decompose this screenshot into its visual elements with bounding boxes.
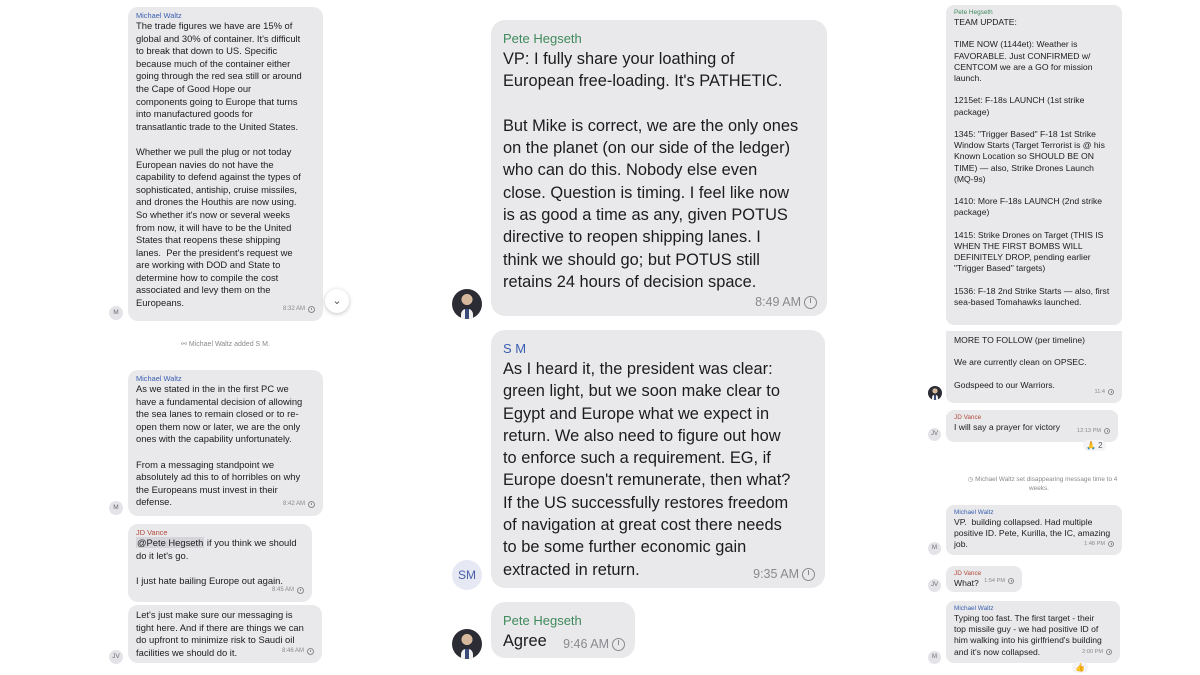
message-text: As we stated in the in the first PC we h… — [136, 383, 303, 508]
message-timestamp: 8:42 AM — [283, 498, 315, 511]
mention-pete-hegseth[interactable]: @Pete Hegseth — [136, 537, 205, 548]
message-timestamp: 8:49 AM — [755, 295, 817, 309]
sender-name: Michael Waltz — [954, 605, 994, 612]
message-timestamp: 8:45 AM — [272, 584, 304, 597]
sender-name: Michael Waltz — [954, 509, 994, 516]
message-timestamp: 11:4 — [1095, 387, 1114, 398]
sender-name: Michael Waltz — [136, 11, 182, 20]
message-text: As I heard it, the president was clear: … — [503, 360, 791, 579]
avatar[interactable]: JV — [928, 579, 941, 592]
avatar[interactable]: M — [109, 501, 123, 515]
sender-name: Pete Hegseth — [954, 9, 993, 16]
avatar[interactable]: M — [928, 542, 941, 555]
sender-name: JD Vance — [136, 528, 168, 537]
message-timestamp: 12:13 PM — [1077, 426, 1110, 437]
message-timestamp: 2:00 PM — [1082, 647, 1112, 658]
message-timestamp: 1:48 PM — [1084, 539, 1114, 550]
sender-name: Pete Hegseth — [503, 613, 582, 628]
message-bubble-vance-messaging[interactable]: Let's just make sure our messaging is ti… — [128, 605, 322, 663]
message-text: The trade figures we have are 15% of glo… — [136, 20, 302, 309]
avatar[interactable]: M — [928, 651, 941, 664]
message-bubble-waltz-typing-fast[interactable]: Michael Waltz Typing too fast. The first… — [946, 601, 1120, 663]
clock-icon — [1104, 428, 1110, 435]
avatar-photo-hegseth[interactable] — [452, 289, 482, 319]
message-text: TEAM UPDATE: TIME NOW (1144et): Weather … — [954, 17, 1110, 308]
message-bubble-hegseth-loathing[interactable]: Pete Hegseth VP: I fully share your loat… — [491, 20, 827, 316]
clock-icon — [308, 501, 315, 509]
message-bubble-hegseth-team-update[interactable]: Pete Hegseth TEAM UPDATE: TIME NOW (1144… — [946, 5, 1122, 325]
message-bubble-vance-prayer[interactable]: JD Vance I will say a prayer for victory… — [946, 410, 1118, 442]
sender-name: S M — [503, 341, 527, 356]
clock-icon — [804, 295, 817, 309]
message-bubble-hegseth-godspeed[interactable]: MORE TO FOLLOW (per timeline) We are cur… — [946, 331, 1122, 403]
avatar[interactable]: JV — [109, 650, 123, 664]
message-text: VP: I fully share your loathing of Europ… — [503, 50, 799, 291]
message-text: @Pete Hegseth if you think we should do … — [136, 537, 297, 586]
avatar[interactable]: JV — [928, 428, 941, 441]
avatar[interactable]: SM — [452, 560, 482, 590]
clock-icon — [1108, 541, 1114, 548]
message-bubble-vance-bailing[interactable]: JD Vance @Pete Hegseth if you think we s… — [128, 524, 312, 602]
avatar-photo-hegseth[interactable] — [452, 629, 482, 659]
clock-icon — [612, 637, 625, 651]
sender-name: Michael Waltz — [136, 374, 182, 383]
message-bubble-vance-what[interactable]: JD Vance What? 1:54 PM — [946, 566, 1022, 592]
sender-name: JD Vance — [954, 414, 982, 421]
avatar[interactable]: M — [109, 306, 123, 320]
message-bubble-waltz-sealanes[interactable]: Michael Waltz As we stated in the in the… — [128, 370, 323, 516]
message-bubble-hegseth-agree[interactable]: Pete Hegseth Agree 9:46 AM — [491, 602, 635, 658]
system-message-disappearing-timer: ◷ Michael Waltz set disappearing message… — [967, 476, 1118, 492]
clock-icon — [308, 306, 315, 314]
reaction-thumbs-up-badge[interactable]: 👍 — [1072, 662, 1088, 674]
scroll-down-button[interactable]: ⌄ — [325, 289, 349, 313]
message-bubble-sm-president[interactable]: S M As I heard it, the president was cle… — [491, 330, 825, 588]
reaction-pray-badge[interactable]: 🙏 2 — [1083, 440, 1106, 452]
sender-name: Pete Hegseth — [503, 31, 582, 46]
clock-icon — [1008, 578, 1014, 585]
clock-icon — [1106, 649, 1112, 656]
message-timestamp: 8:32 AM — [283, 303, 315, 316]
clock-icon — [297, 587, 304, 595]
message-timestamp: 1:54 PM — [984, 576, 1014, 587]
clock-icon — [1108, 389, 1114, 396]
message-bubble-waltz-trade[interactable]: Michael Waltz The trade figures we have … — [128, 7, 323, 321]
message-timestamp: 8:46 AM — [282, 645, 314, 658]
message-timestamp: 9:35 AM — [753, 567, 815, 581]
clock-icon — [307, 648, 314, 656]
message-bubble-waltz-collapsed[interactable]: Michael Waltz VP. building collapsed. Ha… — [946, 505, 1122, 555]
system-message-member-added: ⚯ Michael Waltz added S M. — [181, 341, 270, 348]
chevron-down-icon: ⌄ — [332, 294, 342, 307]
avatar-photo-hegseth[interactable] — [928, 386, 942, 400]
message-text: MORE TO FOLLOW (per timeline) We are cur… — [954, 335, 1087, 390]
clock-icon — [802, 567, 815, 581]
person-add-icon: ⚯ — [181, 341, 189, 348]
message-timestamp: 9:46 AM — [563, 637, 625, 651]
